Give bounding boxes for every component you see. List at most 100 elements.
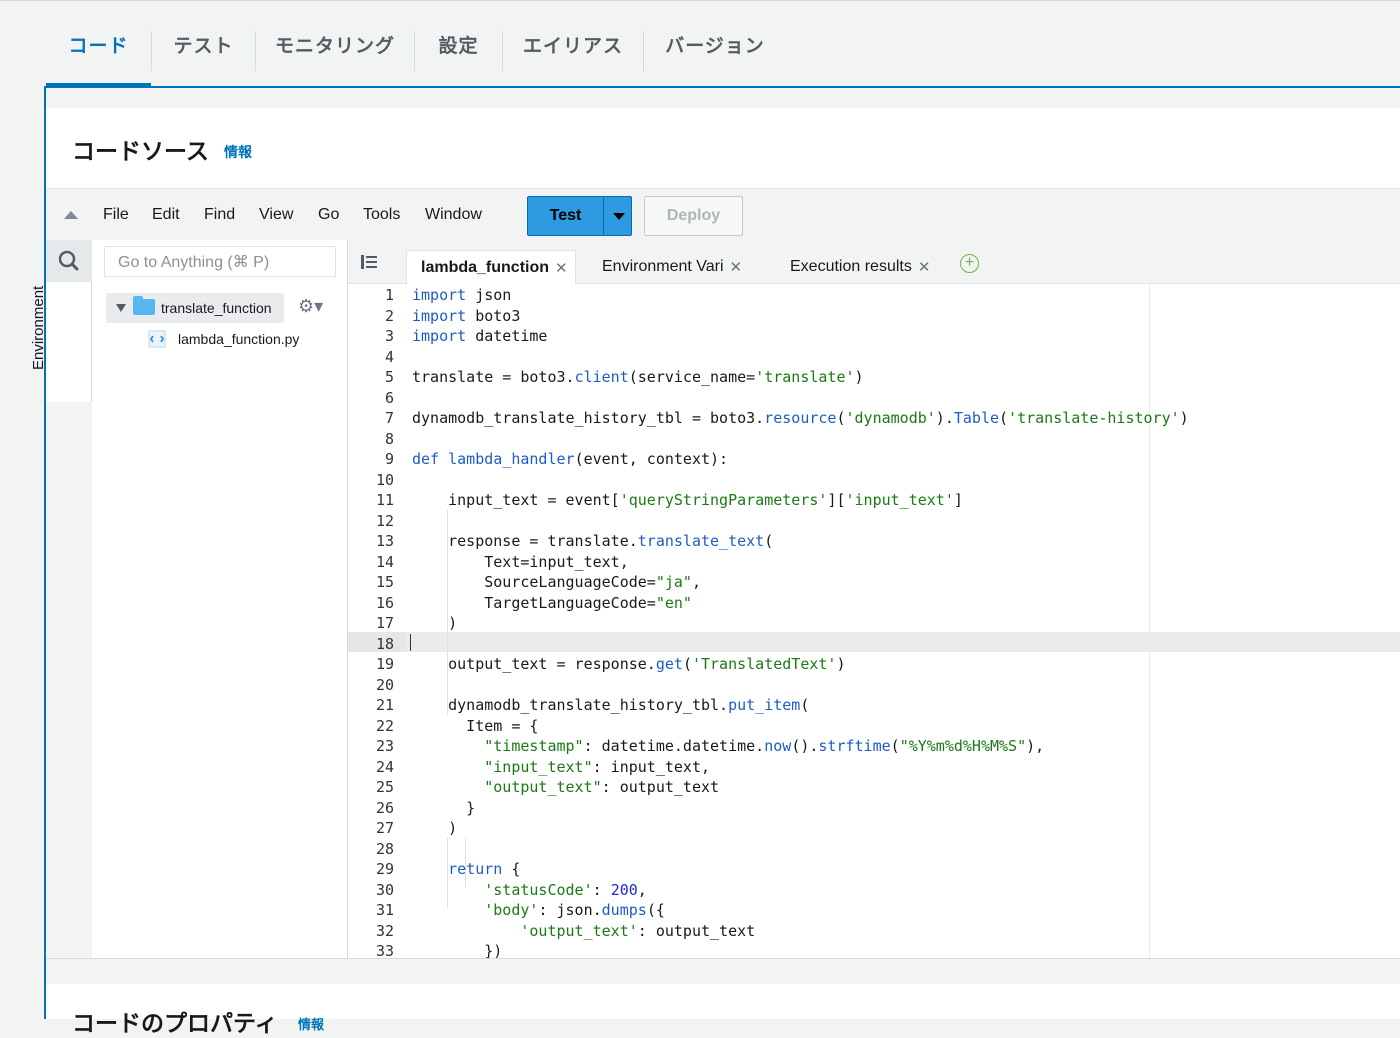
code-line[interactable]: SourceLanguageCode="ja", — [412, 572, 701, 593]
folder-label: translate_function — [161, 300, 272, 316]
line-number: 32 — [375, 921, 394, 940]
tab-settings[interactable]: 設定 — [415, 1, 502, 87]
line-number: 23 — [375, 737, 394, 755]
code-line[interactable]: import json — [412, 285, 511, 306]
menu-view[interactable]: View — [259, 206, 293, 224]
line-number: 26 — [375, 798, 394, 817]
environment-tab[interactable]: Environment — [30, 282, 92, 402]
code-line[interactable]: translate = boto3.client(service_name='t… — [412, 367, 864, 388]
test-button[interactable]: Test — [527, 196, 632, 236]
menu-tools[interactable]: Tools — [363, 206, 400, 224]
gear-icon[interactable]: ⚙▾ — [298, 296, 323, 317]
collapse-arrow-icon[interactable] — [64, 211, 78, 219]
line-number: 11 — [375, 491, 394, 509]
code-source-info-link[interactable]: 情報 — [224, 142, 252, 162]
line-number: 29 — [375, 860, 394, 878]
file-tree: Go to Anything (⌘ P) translate_function … — [92, 240, 348, 960]
line-number: 22 — [375, 716, 394, 735]
print-margin — [1149, 284, 1150, 960]
environment-label: Environment — [30, 285, 47, 370]
menu-window[interactable]: Window — [425, 206, 482, 224]
code-line[interactable]: ) — [412, 818, 457, 839]
code-source-panel: コードソース 情報 File Edit Find View Go Tools W… — [30, 86, 1400, 1036]
code-line[interactable]: 'body': json.dumps({ — [412, 900, 665, 921]
list-icon[interactable] — [361, 255, 377, 269]
code-editor[interactable]: import json import boto3 import datetime tr… — [406, 284, 1400, 960]
folder-expand-icon[interactable] — [116, 304, 126, 312]
code-source-title: コードソース — [72, 138, 209, 164]
line-number: 27 — [375, 819, 394, 837]
tab-monitoring[interactable]: モニタリング — [256, 1, 414, 87]
deploy-button[interactable]: Deploy — [644, 196, 743, 236]
function-tabs: コード テスト モニタリング 設定 エイリアス バージョン — [0, 0, 1400, 87]
search-icon[interactable] — [46, 240, 92, 282]
code-line[interactable]: } — [412, 798, 475, 819]
line-number-gutter: 1 2 3 4 5 6 7 8 9 10 11 12 13 14 15 16 17 18 19 20 21 22 23 24 2… — [348, 284, 406, 960]
code-line[interactable]: return { — [412, 859, 520, 880]
ide-sidebar: Environment — [30, 240, 92, 960]
line-number: 17 — [375, 614, 394, 632]
line-number: 21 — [375, 696, 394, 714]
test-button-divider — [603, 197, 604, 235]
add-tab-plus-icon[interactable]: + — [960, 254, 979, 273]
line-number: 24 — [375, 757, 394, 776]
go-to-anything-input[interactable]: Go to Anything (⌘ P) — [104, 246, 336, 277]
editor-tab-execution-results[interactable]: Execution results ✕ — [776, 250, 956, 284]
code-line[interactable]: TargetLanguageCode="en" — [412, 593, 692, 614]
line-number: 13 — [375, 532, 394, 550]
tab-test[interactable]: テスト — [152, 1, 255, 87]
python-file-icon — [148, 330, 166, 348]
code-line[interactable]: response = translate.translate_text( — [412, 531, 773, 552]
test-dropdown-caret-icon[interactable] — [613, 213, 625, 220]
editor-tab-label: Execution results — [790, 258, 912, 275]
line-number: 9 — [384, 450, 394, 468]
editor-tab-label: lambda_function — [421, 258, 550, 276]
editor-tabs: lambda_function ✕ Environment Vari ✕ Execu… — [348, 240, 1400, 284]
tab-aliases[interactable]: エイリアス — [503, 1, 643, 87]
code-line[interactable]: Item = { — [412, 716, 538, 737]
close-icon[interactable]: ✕ — [730, 258, 743, 276]
code-line[interactable]: import boto3 — [412, 306, 520, 327]
code-line[interactable]: 'output_text': output_text — [412, 921, 755, 942]
code-line[interactable]: "input_text": input_text, — [412, 757, 710, 778]
code-line[interactable]: input_text = event['queryStringParameter… — [412, 490, 963, 511]
line-number: 12 — [375, 511, 394, 530]
line-number: 15 — [375, 573, 394, 591]
code-line[interactable]: def lambda_handler(event, context): — [412, 449, 728, 470]
close-icon[interactable]: ✕ — [918, 258, 931, 276]
line-number: 14 — [375, 552, 394, 571]
code-line[interactable]: "timestamp": datetime.datetime.now().str… — [412, 736, 1044, 757]
menu-find[interactable]: Find — [204, 206, 235, 224]
editor-tab-lambda-function[interactable]: lambda_function ✕ — [406, 250, 576, 284]
folder-row[interactable]: translate_function — [106, 293, 284, 323]
close-icon[interactable]: ✕ — [555, 259, 568, 277]
folder-icon — [133, 296, 155, 315]
code-line[interactable]: ) — [412, 613, 457, 634]
test-button-label[interactable]: Test — [528, 197, 603, 235]
tab-versions[interactable]: バージョン — [644, 1, 786, 87]
sidebar-search[interactable] — [46, 240, 92, 282]
code-line[interactable]: dynamodb_translate_history_tbl.put_item( — [412, 695, 809, 716]
code-line[interactable]: Text=input_text, — [412, 552, 629, 573]
menu-go[interactable]: Go — [318, 206, 339, 224]
tab-code[interactable]: コード — [46, 1, 151, 87]
ide-menubar: File Edit Find View Go Tools Window Test… — [46, 188, 1400, 240]
menu-edit[interactable]: Edit — [152, 206, 180, 224]
panel-bottom-band — [46, 958, 1400, 984]
line-number: 2 — [384, 306, 394, 325]
code-line[interactable]: "output_text": output_text — [412, 777, 719, 798]
line-number: 25 — [375, 778, 394, 796]
line-number: 18 — [375, 634, 394, 653]
code-line[interactable]: dynamodb_translate_history_tbl = boto3.r… — [412, 408, 1189, 429]
file-label[interactable]: lambda_function.py — [178, 331, 299, 347]
line-number: 10 — [375, 470, 394, 489]
code-line[interactable]: 'statusCode': 200, — [412, 880, 647, 901]
code-properties-info-link[interactable]: 情報 — [298, 1014, 324, 1033]
line-number: 4 — [384, 347, 394, 366]
editor-tab-environment-vars[interactable]: Environment Vari ✕ — [588, 250, 758, 284]
line-number: 5 — [384, 368, 394, 386]
menu-file[interactable]: File — [103, 206, 129, 224]
code-line[interactable]: output_text = response.get('TranslatedTe… — [412, 654, 845, 675]
code-line[interactable]: import datetime — [412, 326, 547, 347]
line-number: 31 — [375, 901, 394, 919]
